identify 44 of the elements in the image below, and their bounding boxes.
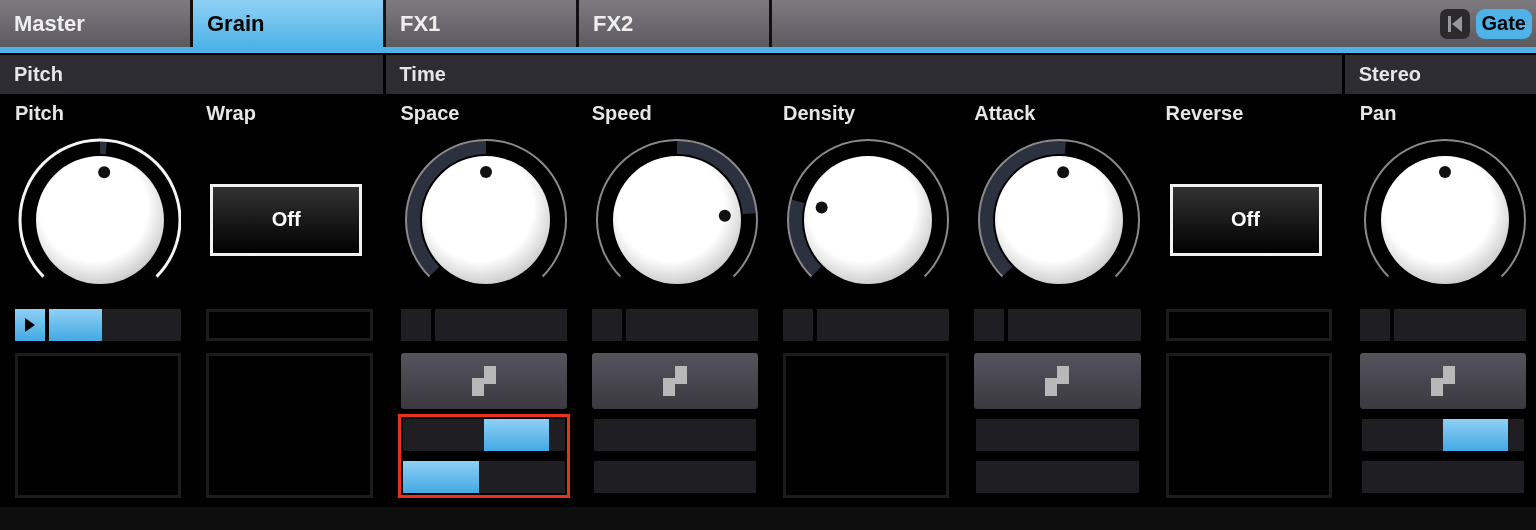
slider[interactable] (402, 461, 565, 493)
tab[interactable]: FX1 (386, 0, 576, 47)
control-label: Speed (591, 102, 653, 126)
tab[interactable]: Grain (193, 0, 383, 47)
slider[interactable] (1361, 419, 1524, 451)
section-header: Stereo (1344, 55, 1536, 94)
control-label: Pan (1359, 102, 1398, 126)
mod-toggle[interactable] (400, 309, 431, 341)
step-icon (662, 366, 687, 396)
control-label: Space (400, 102, 461, 126)
mod-toggle[interactable] (15, 309, 45, 341)
section-header: Time (385, 55, 1342, 94)
slider[interactable] (976, 461, 1139, 493)
step-button[interactable] (591, 353, 758, 409)
step-button[interactable] (974, 353, 1141, 409)
step-icon (1045, 366, 1070, 396)
slider[interactable] (593, 461, 756, 493)
control-label: Attack (974, 102, 1037, 126)
skip-back-button[interactable] (1439, 8, 1470, 39)
play-icon (25, 318, 35, 332)
step-button[interactable] (1359, 353, 1526, 409)
skip-back-icon (1447, 15, 1462, 32)
mod-bar[interactable] (49, 309, 182, 341)
gate-button[interactable]: Gate (1475, 8, 1532, 39)
slider[interactable] (1361, 461, 1524, 493)
control-label: Wrap (206, 102, 257, 126)
section-header: Pitch (0, 55, 383, 94)
mod-toggle[interactable] (591, 309, 622, 341)
tab[interactable]: FX2 (579, 0, 769, 47)
tab[interactable]: Master (0, 0, 190, 47)
slider[interactable] (402, 419, 565, 451)
slider[interactable] (976, 419, 1139, 451)
step-button[interactable] (400, 353, 567, 409)
mod-toggle[interactable] (974, 309, 1005, 341)
step-icon (471, 366, 496, 396)
step-icon (1430, 366, 1455, 396)
mod-toggle[interactable] (783, 309, 813, 341)
slider[interactable] (593, 419, 756, 451)
toggle-button[interactable]: Off (1169, 183, 1322, 256)
control-label: Density (783, 102, 857, 126)
toggle-button[interactable]: Off (210, 183, 363, 256)
control-label: Reverse (1165, 102, 1245, 126)
mod-toggle[interactable] (1359, 309, 1390, 341)
control-label: Pitch (15, 102, 65, 126)
